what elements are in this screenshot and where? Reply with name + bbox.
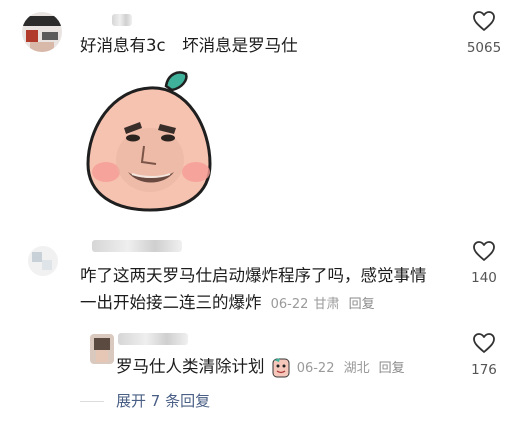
reply-text: 罗马仕人类清除计划: [116, 357, 265, 376]
comment-text: 好消息有3c 坏消息是罗马仕: [80, 36, 298, 55]
peach-face-sticker[interactable]: [78, 68, 223, 218]
username[interactable]: [112, 14, 132, 26]
comment-text-line-1: 咋了这两天罗马仕启动爆炸程序了吗，感觉事情: [80, 266, 427, 285]
username[interactable]: [92, 240, 182, 252]
sticker-image: [86, 71, 212, 212]
reply-row: 罗马仕人类清除计划 06-22 湖北 回复: [116, 353, 405, 380]
like-button[interactable]: 140: [464, 240, 504, 286]
reply-date: 06-22: [296, 361, 335, 376]
reply-button[interactable]: 回复: [379, 361, 405, 376]
face-emoji-icon: [272, 357, 290, 378]
avatar[interactable]: [28, 246, 58, 276]
comment-text-line-2: 一出开始接二连三的爆炸: [80, 293, 262, 312]
username[interactable]: [118, 333, 188, 345]
like-button[interactable]: 5065: [464, 10, 504, 56]
reply-button[interactable]: 回复: [349, 297, 375, 312]
like-count: 176: [471, 362, 497, 378]
heart-outline-icon: [473, 11, 495, 31]
heart-outline-icon: [473, 241, 495, 261]
reply-location: 湖北: [343, 361, 370, 376]
expand-replies-button[interactable]: 展开 7 条回复: [116, 390, 210, 411]
comment-text-line-2-row: 一出开始接二连三的爆炸 06-22 甘肃 回复: [80, 289, 375, 316]
heart-outline-icon: [473, 333, 495, 353]
expand-divider: [80, 401, 104, 402]
avatar[interactable]: [22, 12, 62, 52]
comment-location: 甘肃: [313, 297, 340, 312]
comment-date: 06-22: [270, 297, 309, 312]
like-button[interactable]: 176: [464, 332, 504, 378]
like-count: 140: [471, 270, 497, 286]
like-count: 5065: [466, 40, 502, 56]
avatar[interactable]: [90, 334, 114, 364]
